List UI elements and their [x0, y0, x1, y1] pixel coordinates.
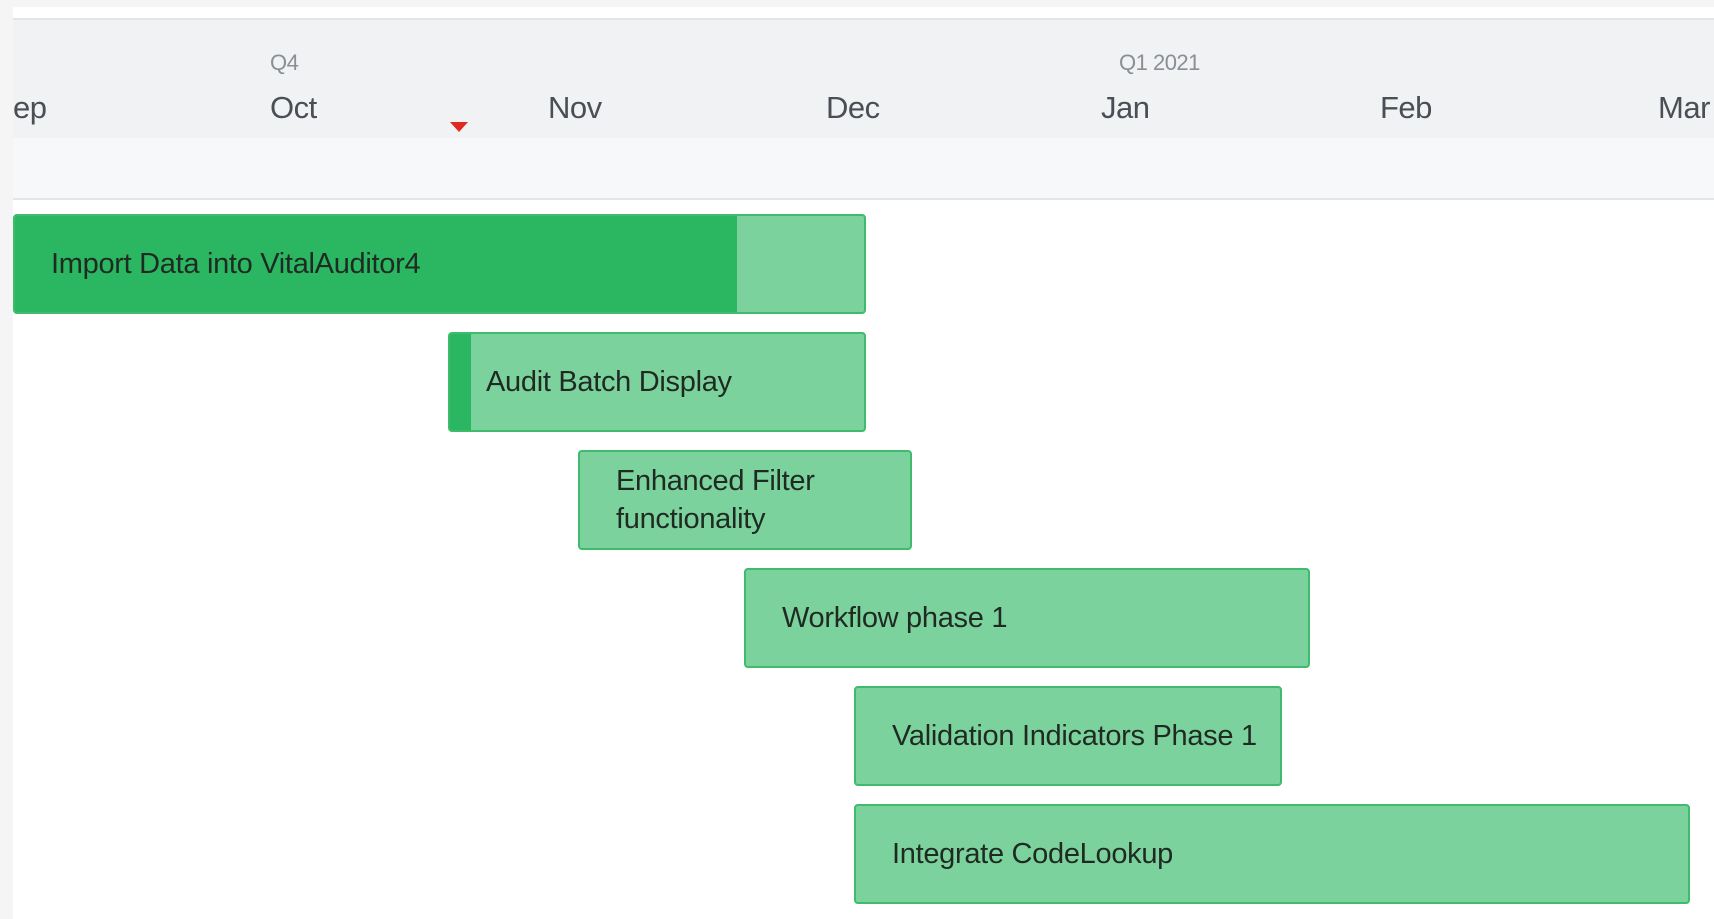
- task-bar-import-data[interactable]: Import Data into VitalAuditor4: [13, 214, 866, 314]
- task-label: Enhanced Filter functionality: [616, 465, 815, 535]
- gantt-area: Import Data into VitalAuditor4 Audit Bat…: [0, 0, 1714, 919]
- task-bar-enhanced-filter[interactable]: Enhanced Filter functionality: [578, 450, 912, 550]
- task-label: Validation Indicators Phase 1: [892, 720, 1257, 752]
- task-bar-audit-batch-display[interactable]: Audit Batch Display: [448, 332, 866, 432]
- task-label: Audit Batch Display: [486, 366, 732, 398]
- task-label: Workflow phase 1: [782, 602, 1008, 634]
- task-label: Integrate CodeLookup: [892, 838, 1173, 870]
- task-progress-fill: [450, 334, 471, 430]
- task-bar-validation-indicators[interactable]: Validation Indicators Phase 1: [854, 686, 1282, 786]
- task-bar-integrate-codelookup[interactable]: Integrate CodeLookup: [854, 804, 1690, 904]
- task-label: Import Data into VitalAuditor4: [51, 248, 421, 280]
- task-bar-workflow-phase-1[interactable]: Workflow phase 1: [744, 568, 1310, 668]
